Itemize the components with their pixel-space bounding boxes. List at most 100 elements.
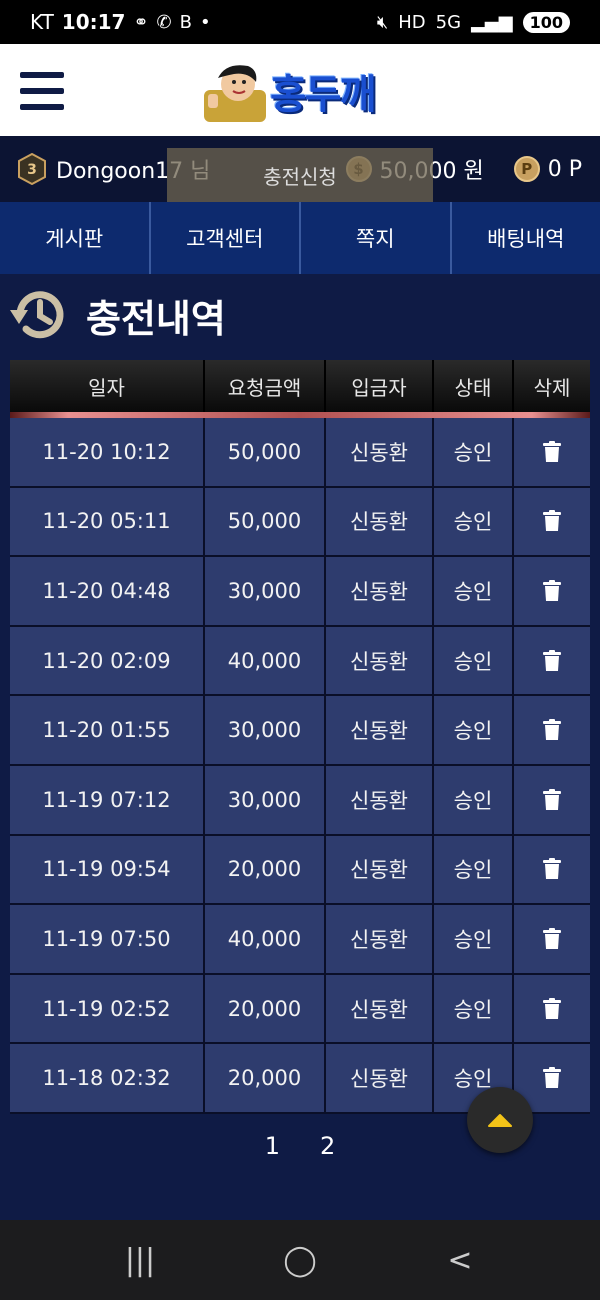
delete-button[interactable] <box>514 835 590 906</box>
cell-depositor: 신동환 <box>326 626 434 697</box>
table-row: 11-20 01:55 30,000 신동환 승인 <box>10 696 590 766</box>
home-button[interactable]: ◯ <box>270 1243 330 1278</box>
cell-status: 승인 <box>434 418 514 488</box>
page-2-link[interactable]: 2 <box>320 1132 335 1160</box>
status-bar: KT 10:17 ⚭ ✆ B • 🔇︎ HD 5G ▂▄▆ 100 <box>0 0 600 44</box>
trash-icon <box>543 927 561 949</box>
cell-depositor: 신동환 <box>326 974 434 1045</box>
menu-icon[interactable] <box>20 72 64 110</box>
app-header: 홍두깨 <box>0 44 600 136</box>
cell-depositor: 신동환 <box>326 905 434 975</box>
table-row: 11-19 09:54 20,000 신동환 승인 <box>10 835 590 906</box>
col-depositor: 입금자 <box>326 360 434 412</box>
cell-date: 11-20 04:48 <box>10 557 205 627</box>
5g-icon: 5G <box>435 11 462 33</box>
table-body: 11-20 10:12 50,000 신동환 승인 11-20 05:11 50,000 신… <box>10 418 590 1114</box>
caret-up-icon <box>488 1114 512 1127</box>
trash-icon <box>543 858 561 880</box>
cell-status: 승인 <box>434 905 514 975</box>
table-row: 11-19 07:12 30,000 신동환 승인 <box>10 765 590 836</box>
system-nav-bar: ||| ◯ < <box>0 1220 600 1300</box>
page-title: 충전내역 <box>86 296 226 341</box>
col-delete: 삭제 <box>533 375 571 400</box>
delete-button[interactable] <box>514 765 590 836</box>
battery-indicator: 100 <box>522 11 570 33</box>
level-number: 3 <box>27 162 37 178</box>
cell-status: 승인 <box>434 974 514 1045</box>
cell-amount: 30,000 <box>205 765 326 836</box>
cell-depositor: 신동환 <box>326 418 434 488</box>
link-icon: ⚭ <box>133 11 149 33</box>
site-logo[interactable]: 홍두깨 <box>204 60 376 122</box>
nav-customer-center[interactable]: 고객센터 <box>151 202 301 274</box>
call-icon: ✆ <box>156 11 172 33</box>
cell-status: 승인 <box>434 626 514 697</box>
cell-amount: 30,000 <box>205 696 326 766</box>
logo-character-icon <box>204 65 266 122</box>
cell-status: 승인 <box>434 487 514 558</box>
delete-button[interactable] <box>514 974 590 1045</box>
page-title-block: 충전내역 <box>8 284 226 346</box>
cell-amount: 50,000 <box>205 487 326 558</box>
cell-date: 11-20 10:12 <box>10 418 205 488</box>
nav-messages[interactable]: 쪽지 <box>301 202 452 274</box>
points-balance: 0 P <box>547 156 582 182</box>
cell-amount: 40,000 <box>205 905 326 975</box>
logo-text: 홍두깨 <box>270 72 376 118</box>
table-row: 11-19 07:50 40,000 신동환 승인 <box>10 905 590 975</box>
cell-amount: 20,000 <box>205 1044 326 1114</box>
trash-icon <box>543 1067 561 1089</box>
cell-status: 승인 <box>434 835 514 906</box>
delete-button[interactable] <box>514 418 590 488</box>
recents-button[interactable]: ||| <box>110 1243 170 1278</box>
carrier-label: KT <box>30 10 54 34</box>
back-button[interactable]: < <box>430 1243 490 1278</box>
page-1-link[interactable]: 1 <box>265 1132 280 1160</box>
dot-icon: • <box>200 11 211 33</box>
cell-depositor: 신동환 <box>326 487 434 558</box>
table-row: 11-20 05:11 50,000 신동환 승인 <box>10 487 590 558</box>
delete-button[interactable] <box>514 696 590 766</box>
cell-amount: 20,000 <box>205 974 326 1045</box>
hd-icon: HD <box>398 11 426 33</box>
cell-amount: 50,000 <box>205 418 326 488</box>
cell-amount: 40,000 <box>205 626 326 697</box>
trash-icon <box>543 788 561 810</box>
cell-status: 승인 <box>434 765 514 836</box>
point-coin-icon: P <box>513 156 540 182</box>
col-date: 일자 <box>10 360 205 412</box>
clock: 10:17 <box>61 10 126 34</box>
delete-button[interactable] <box>514 626 590 697</box>
col-status: 상태 <box>434 360 514 412</box>
trash-icon <box>543 649 561 671</box>
level-badge-icon: 3 <box>18 153 46 185</box>
table-row: 11-20 04:48 30,000 신동환 승인 <box>10 557 590 627</box>
cell-date: 11-20 05:11 <box>10 487 205 558</box>
pagination: 1 2 <box>0 1132 600 1160</box>
trash-icon <box>543 510 561 532</box>
cell-date: 11-20 01:55 <box>10 696 205 766</box>
table-row: 11-20 10:12 50,000 신동환 승인 <box>10 418 590 488</box>
cell-depositor: 신동환 <box>326 1044 434 1114</box>
delete-button[interactable] <box>514 487 590 558</box>
charge-request-button[interactable]: 충전신청 <box>167 148 433 202</box>
cell-date: 11-19 07:50 <box>10 905 205 975</box>
col-amount: 요청금액 <box>205 360 326 412</box>
trash-icon <box>543 579 561 601</box>
charge-history-table: 일자 요청금액 입금자 상태 삭제 11-20 10:12 50,000 신동환 승인… <box>10 360 590 1114</box>
table-header: 일자 요청금액 입금자 상태 삭제 <box>10 360 590 418</box>
delete-button[interactable] <box>514 557 590 627</box>
cell-depositor: 신동환 <box>326 765 434 836</box>
points-group: P 0 P <box>513 156 582 182</box>
nav-board[interactable]: 게시판 <box>0 202 151 274</box>
cell-amount: 20,000 <box>205 835 326 906</box>
cell-amount: 30,000 <box>205 557 326 627</box>
cell-depositor: 신동환 <box>326 835 434 906</box>
cell-depositor: 신동환 <box>326 557 434 627</box>
cell-date: 11-19 02:52 <box>10 974 205 1045</box>
delete-button[interactable] <box>514 905 590 975</box>
cell-date: 11-19 07:12 <box>10 765 205 836</box>
nav-betting-history[interactable]: 배팅내역 <box>452 202 600 274</box>
signal-icon: ▂▄▆ <box>471 11 513 33</box>
trash-icon <box>543 440 561 462</box>
